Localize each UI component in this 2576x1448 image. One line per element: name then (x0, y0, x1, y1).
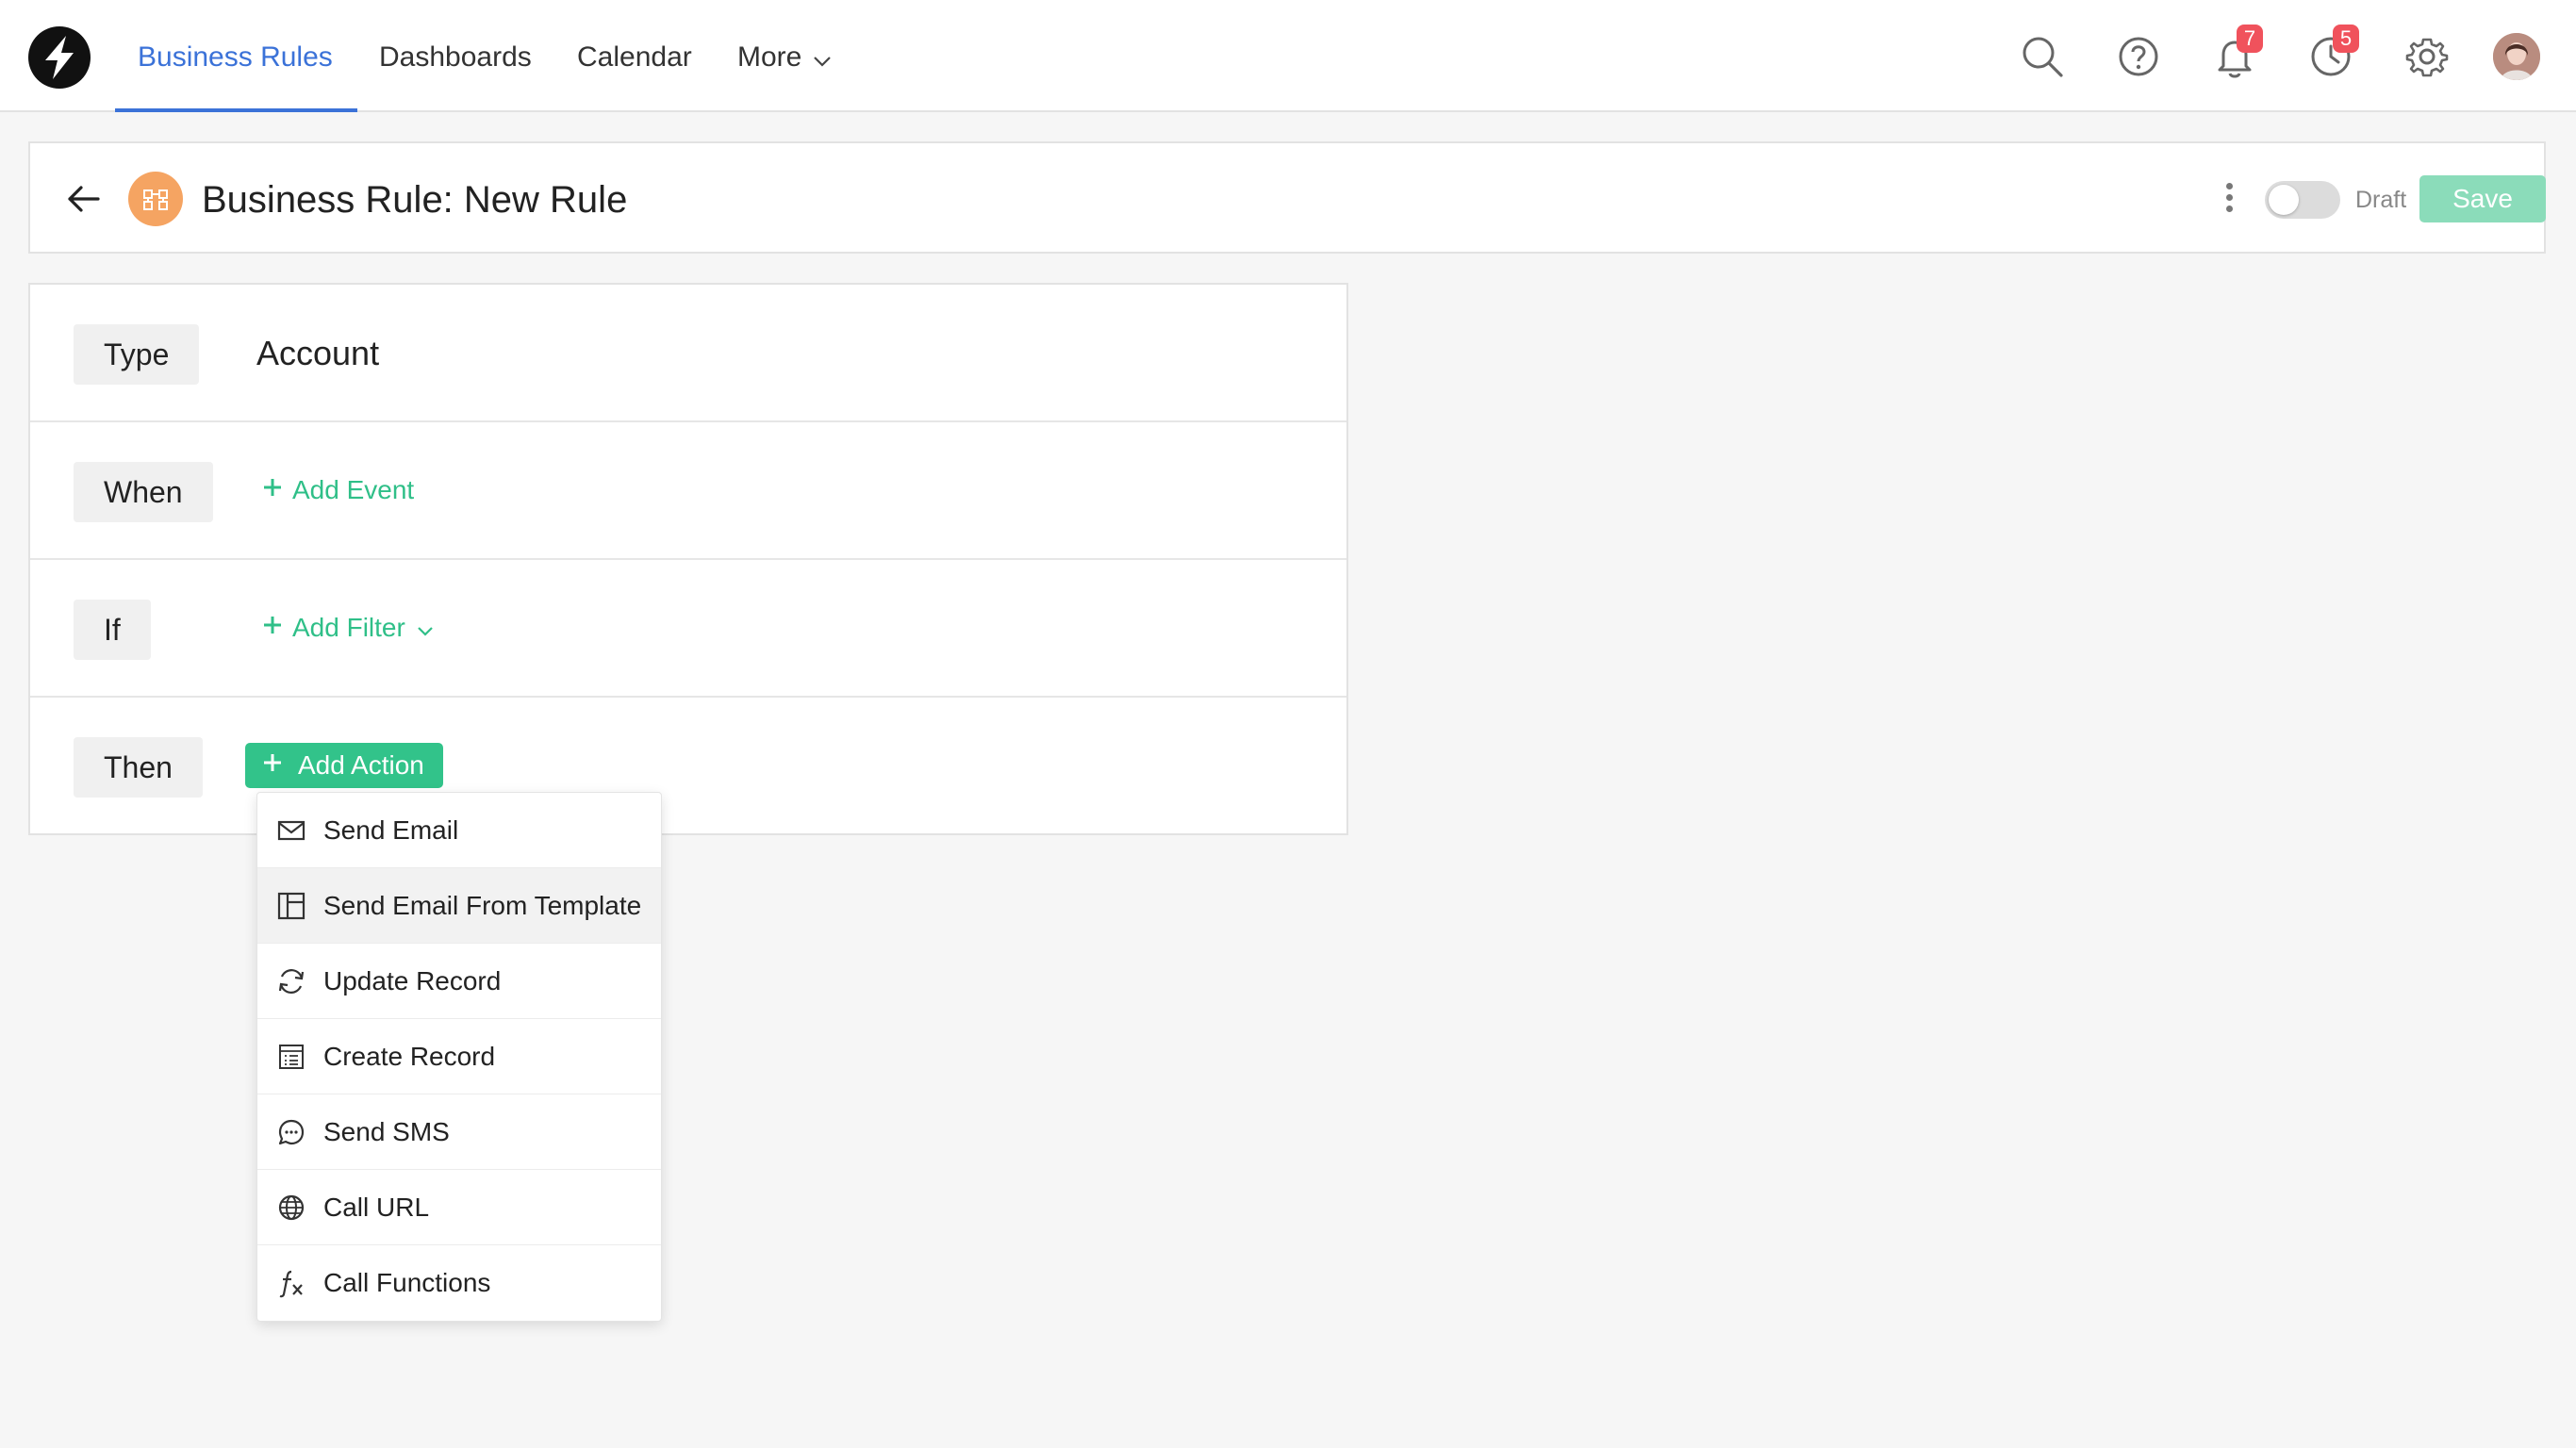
add-event-link[interactable]: Add Event (262, 475, 414, 505)
menu-item-call-url[interactable]: Call URL (257, 1170, 661, 1245)
chevron-down-icon (813, 1, 832, 116)
add-event-label: Add Event (292, 475, 415, 504)
menu-item-send-email[interactable]: Send Email (257, 793, 661, 868)
page-title: Business Rule: New Rule (202, 179, 628, 221)
status-label: Draft (2355, 187, 2407, 213)
add-action-menu: Send Email Send Email From Template Upda… (256, 792, 662, 1322)
add-action-button[interactable]: Add Action (245, 743, 443, 788)
app-logo-icon[interactable] (28, 26, 91, 89)
menu-item-label: Update Record (323, 966, 502, 996)
menu-item-send-sms[interactable]: Send SMS (257, 1094, 661, 1170)
if-label: If (74, 600, 151, 660)
menu-item-label: Send Email From Template (323, 891, 642, 920)
help-icon[interactable] (2114, 32, 2163, 81)
when-label: When (74, 462, 213, 522)
plus-icon (262, 742, 283, 787)
reminders-badge: 5 (2333, 25, 2359, 53)
search-icon[interactable] (2018, 32, 2067, 81)
save-button[interactable]: Save (2419, 175, 2546, 222)
menu-item-label: Call URL (323, 1193, 430, 1222)
tab-business-rules[interactable]: Business Rules (115, 0, 357, 112)
add-filter-link[interactable]: Add Filter (262, 613, 434, 643)
when-row: When Add Event (30, 422, 1346, 560)
tab-dashboards[interactable]: Dashboards (379, 0, 532, 112)
menu-item-create-record[interactable]: Create Record (257, 1019, 661, 1094)
gear-icon[interactable] (2403, 32, 2452, 81)
business-rule-icon (128, 172, 183, 226)
then-label: Then (74, 737, 203, 798)
type-row: Type Account (30, 285, 1346, 422)
record-icon (276, 1042, 306, 1072)
notifications-badge: 7 (2237, 25, 2263, 53)
plus-icon (262, 474, 283, 504)
tab-more[interactable]: More (737, 0, 832, 112)
chevron-down-icon (417, 613, 434, 643)
tab-more-label: More (737, 41, 802, 73)
menu-item-label: Call Functions (323, 1268, 491, 1297)
if-row: If Add Filter (30, 560, 1346, 698)
menu-item-label: Send SMS (323, 1117, 450, 1146)
back-arrow-icon[interactable] (64, 179, 104, 219)
rule-header: Business Rule: New Rule Draft Save (28, 141, 2546, 254)
then-row: Then Add Action (30, 698, 1346, 835)
globe-icon (276, 1193, 306, 1223)
menu-item-label: Create Record (323, 1042, 496, 1071)
more-options-icon[interactable] (2220, 181, 2238, 219)
template-icon (276, 891, 306, 921)
toggle-knob (2269, 185, 2299, 215)
add-filter-label: Add Filter (292, 613, 405, 642)
menu-item-send-email-template[interactable]: Send Email From Template (257, 868, 661, 944)
draft-toggle[interactable] (2265, 181, 2340, 219)
function-icon (276, 1268, 306, 1298)
plus-icon (262, 612, 283, 642)
envelope-icon (276, 815, 306, 846)
add-action-label: Add Action (298, 750, 424, 780)
refresh-icon (276, 966, 306, 996)
menu-item-label: Send Email (323, 815, 459, 845)
user-avatar[interactable] (2493, 33, 2540, 80)
chat-icon (276, 1117, 306, 1147)
rule-editor: Type Account When Add Event If Add Filte… (28, 283, 1348, 835)
menu-item-call-functions[interactable]: Call Functions (257, 1245, 661, 1321)
tab-calendar[interactable]: Calendar (577, 0, 692, 112)
top-navbar: Business Rules Dashboards Calendar More … (0, 0, 2576, 112)
type-value: Account (256, 334, 380, 372)
menu-item-update-record[interactable]: Update Record (257, 944, 661, 1019)
type-label: Type (74, 324, 200, 385)
